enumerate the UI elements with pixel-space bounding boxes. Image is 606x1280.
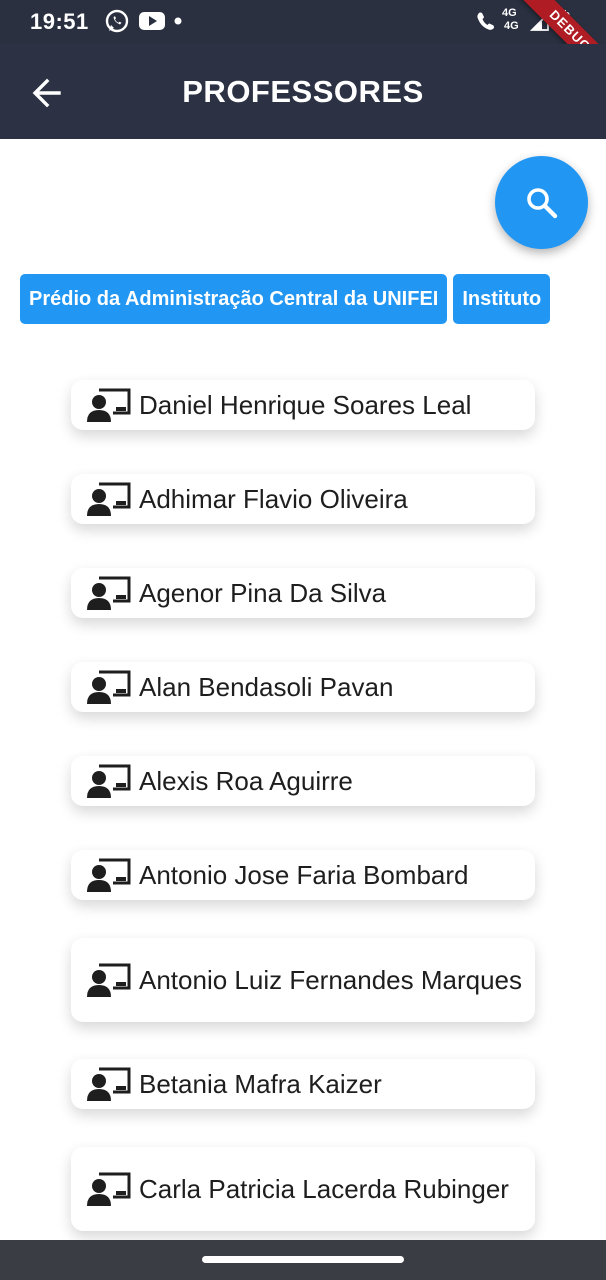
network-type-label: 4G — [504, 20, 519, 32]
professor-card[interactable]: Antonio Luiz Fernandes Marques — [71, 938, 535, 1022]
professor-card[interactable]: Carla Patricia Lacerda Rubinger — [71, 1147, 535, 1231]
whatsapp-icon — [105, 9, 129, 33]
professor-name: Betania Mafra Kaizer — [139, 1069, 382, 1099]
status-bar: 19:51 4G 4G DEBUG — [0, 0, 606, 89]
navigation-bar — [0, 1240, 606, 1280]
professor-name: Agenor Pina Da Silva — [139, 578, 387, 608]
building-filter-chips[interactable]: Prédio da Administração Central da UNIFE… — [20, 274, 588, 324]
professor-name: Alexis Roa Aguirre — [139, 766, 353, 796]
call-icon — [477, 12, 494, 30]
more-notifications-dot-icon — [174, 17, 182, 25]
teacher-icon — [87, 1171, 131, 1207]
professor-name: Antonio Jose Faria Bombard — [139, 860, 469, 890]
teacher-icon — [87, 669, 131, 705]
professor-name: Adhimar Flavio Oliveira — [139, 484, 408, 514]
app-bar: PROFESSORES — [0, 44, 606, 139]
page-title: PROFESSORES — [182, 74, 424, 109]
youtube-icon — [139, 12, 165, 30]
teacher-icon — [87, 763, 131, 799]
professor-name: Daniel Henrique Soares Leal — [139, 390, 472, 420]
search-button[interactable] — [495, 156, 588, 249]
chip-building[interactable]: Instituto — [453, 274, 551, 324]
professor-name: Alan Bendasoli Pavan — [139, 672, 394, 702]
search-icon — [527, 188, 558, 219]
professor-card[interactable]: Antonio Jose Faria Bombard — [71, 850, 535, 900]
teacher-icon — [87, 857, 131, 893]
network-type-group: 4G 4G — [502, 7, 524, 34]
professor-card[interactable]: Adhimar Flavio Oliveira — [71, 474, 535, 524]
teacher-icon — [87, 962, 131, 998]
chip-building[interactable]: Prédio da Administração Central da UNIFE… — [20, 274, 448, 324]
teacher-icon — [87, 481, 131, 517]
professor-name: Carla Patricia Lacerda Rubinger — [139, 1174, 509, 1204]
network-type-label: 4G — [502, 7, 517, 19]
status-notification-icons — [104, 8, 182, 34]
professor-card[interactable]: Betania Mafra Kaizer — [71, 1059, 535, 1109]
teacher-icon — [87, 575, 131, 611]
professor-card[interactable]: Agenor Pina Da Silva — [71, 568, 535, 618]
teacher-icon — [87, 387, 131, 423]
professor-card[interactable]: Daniel Henrique Soares Leal — [71, 380, 535, 430]
professor-card[interactable]: Alan Bendasoli Pavan — [71, 662, 535, 712]
professor-name: Antonio Luiz Fernandes Marques — [139, 965, 523, 995]
teacher-icon — [87, 1066, 131, 1102]
main-content[interactable]: Prédio da Administração Central da UNIFE… — [0, 139, 606, 1240]
status-time: 19:51 — [30, 9, 89, 34]
professor-card[interactable]: Alexis Roa Aguirre — [71, 756, 535, 806]
home-gesture-bar[interactable] — [202, 1256, 404, 1263]
